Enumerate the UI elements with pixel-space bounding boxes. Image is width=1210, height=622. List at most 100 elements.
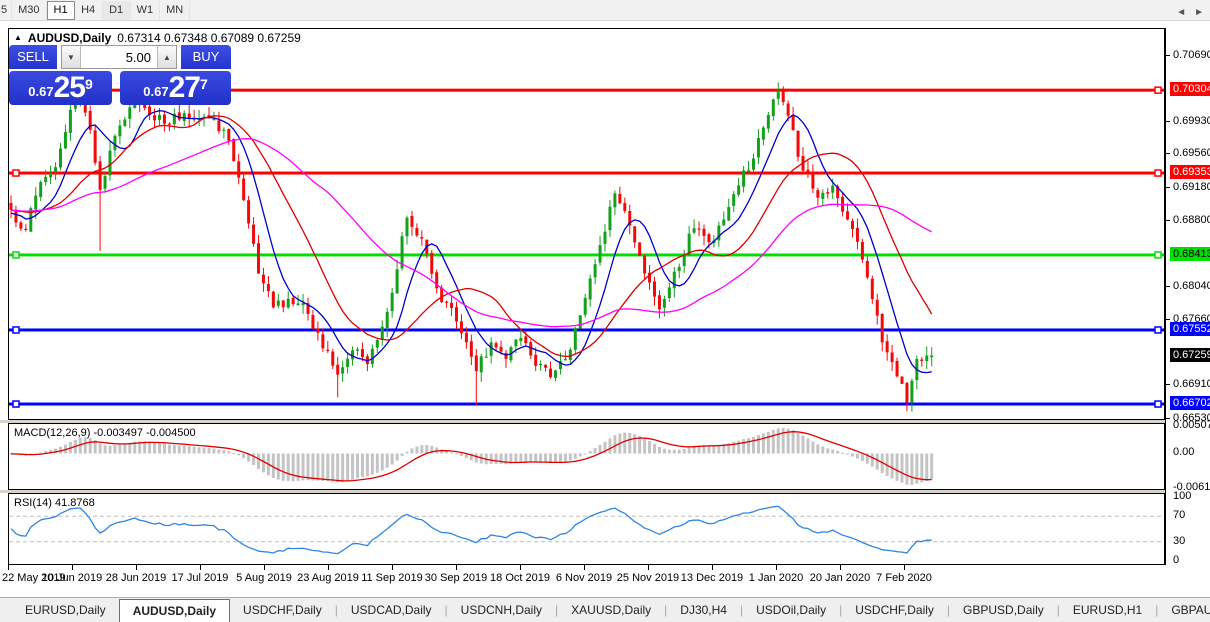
macd-histogram-bar [851,453,854,457]
macd-histogram-bar [583,453,587,455]
macd-histogram-bar [108,445,112,454]
candle-body [108,150,112,176]
macd-histogram-bar [752,436,755,454]
chart-tab-usdchf-daily[interactable]: USDCHF,Daily [230,598,335,622]
date-tick [584,565,585,570]
chart-tab-bar: EURUSD,Daily AUDUSD,Daily USDCHF,Daily | USD… [0,597,1210,622]
candle-body [410,215,414,227]
macd-histogram-bar [811,441,815,454]
macd-histogram-bar [761,433,765,454]
candle-body [826,192,830,194]
chart-tab-eurusd-daily[interactable]: EURUSD,Daily [12,598,119,622]
candle-body [638,242,642,256]
macd-histogram-bar [648,441,652,454]
price-axis[interactable]: 0.70690 0.69930 0.69560 0.69180 0.68800 0.680… [1165,28,1210,566]
volume-increase-icon[interactable]: ▲ [157,46,176,68]
candle-body [301,303,305,306]
chart-tab-usdchf-daily[interactable]: USDCHF,Daily [842,598,947,622]
candle-body [657,295,661,310]
macd-histogram-bar [756,435,760,454]
macd-histogram-bar [123,443,127,454]
chart-symbol-label: AUDUSD,Daily [27,31,112,45]
buy-price-display[interactable]: 0.67 27 7 [120,71,231,105]
candle-body [756,138,760,158]
date-tick [8,565,9,570]
chart-tab-xauusd-daily[interactable]: XAUUSD,Daily [558,598,664,622]
buy-button[interactable]: BUY [181,45,231,69]
candle-body [247,200,251,224]
date-tick [648,565,649,570]
candle-body [613,193,617,208]
macd-histogram-bar [405,451,409,454]
timeframe-button-d1[interactable]: D1 [102,0,131,20]
tab-scroll-right-icon[interactable]: ► [1194,7,1204,18]
date-tick [72,565,73,570]
candle-body [895,360,899,377]
macd-histogram-bar [316,453,320,481]
sell-button[interactable]: SELL [9,45,57,69]
chart-tab-usdoil-daily[interactable]: USDOil,Daily [743,598,839,622]
macd-histogram-bar [370,453,374,475]
candle-body [222,129,226,131]
date-tick [712,565,713,570]
timeframe-button-mn[interactable]: MN [160,0,191,20]
rsi-axis-label: 30 [1173,534,1186,547]
date-tick [200,565,201,570]
candle-body [494,343,498,348]
candle-body [608,206,612,231]
candle-body [385,311,389,329]
candle-body [123,119,127,126]
macd-histogram-bar [331,453,335,482]
macd-histogram-bar [682,449,686,454]
macd-histogram-bar [98,443,102,454]
macd-histogram-bar [257,453,260,469]
date-tick [328,565,329,570]
price-level-badge: 0.69353 [1170,165,1210,180]
candle-body [177,112,181,120]
date-axis[interactable]: 22 May 2019 10 Jun 2019 28 Jun 2019 17 Jul … [0,565,1210,597]
timeframe-button-h1[interactable]: H1 [46,0,75,20]
macd-histogram-bar [801,435,805,454]
macd-histogram-bar [573,453,577,459]
timeframe-button-w1[interactable]: W1 [131,0,161,20]
timeframe-button-5[interactable]: 5 [0,0,13,20]
macd-histogram-bar [737,440,741,454]
price-tick [1166,219,1170,221]
chart-tab-usdcad-daily[interactable]: USDCAD,Daily [338,598,445,622]
chart-tab-gbpusd-daily[interactable]: GBPUSD,Daily [950,598,1057,622]
candle-body [24,228,28,231]
volume-input[interactable] [81,46,157,68]
macd-histogram-bar [558,453,562,463]
candle-body [360,349,364,357]
macd-histogram-bar [633,434,637,454]
timeframe-button-m30[interactable]: M30 [12,0,47,20]
macd-histogram-bar [192,446,196,454]
macd-histogram-bar [855,453,859,459]
tab-scroll-left-icon[interactable]: ◄ [1176,7,1186,18]
macd-histogram-bar [167,444,171,454]
candle-body [752,158,755,170]
macd-histogram-bar [613,435,617,454]
horizontal-level-line [9,402,1164,406]
date-tick [136,565,137,570]
candle-body [34,195,38,210]
macd-histogram-bar [771,429,775,454]
date-tick [840,565,841,570]
sell-price-display[interactable]: 0.67 25 9 [9,71,112,105]
candle-body [870,278,874,300]
price-tick-label: 0.68040 [1173,279,1210,292]
chart-tab-gbpaud-h1[interactable]: GBPAUD,H1 [1158,598,1210,622]
chart-tab-eurusd-h1[interactable]: EURUSD,H1 [1060,598,1155,622]
candle-body [450,302,454,309]
macd-histogram-bar [326,453,330,482]
candle-body [128,107,132,119]
timeframe-button-h4[interactable]: H4 [75,0,103,20]
rsi-value: 41.8768 [54,497,95,509]
volume-decrease-icon[interactable]: ▼ [62,46,81,68]
chart-tab-usdcnh-daily[interactable]: USDCNH,Daily [448,598,555,622]
candle-body [910,380,914,403]
chart-tab-dj30-h4[interactable]: DJ30,H4 [667,598,740,622]
candle-body [54,167,58,173]
candle-body [697,228,701,230]
chart-tab-audusd-daily[interactable]: AUDUSD,Daily [118,599,231,622]
